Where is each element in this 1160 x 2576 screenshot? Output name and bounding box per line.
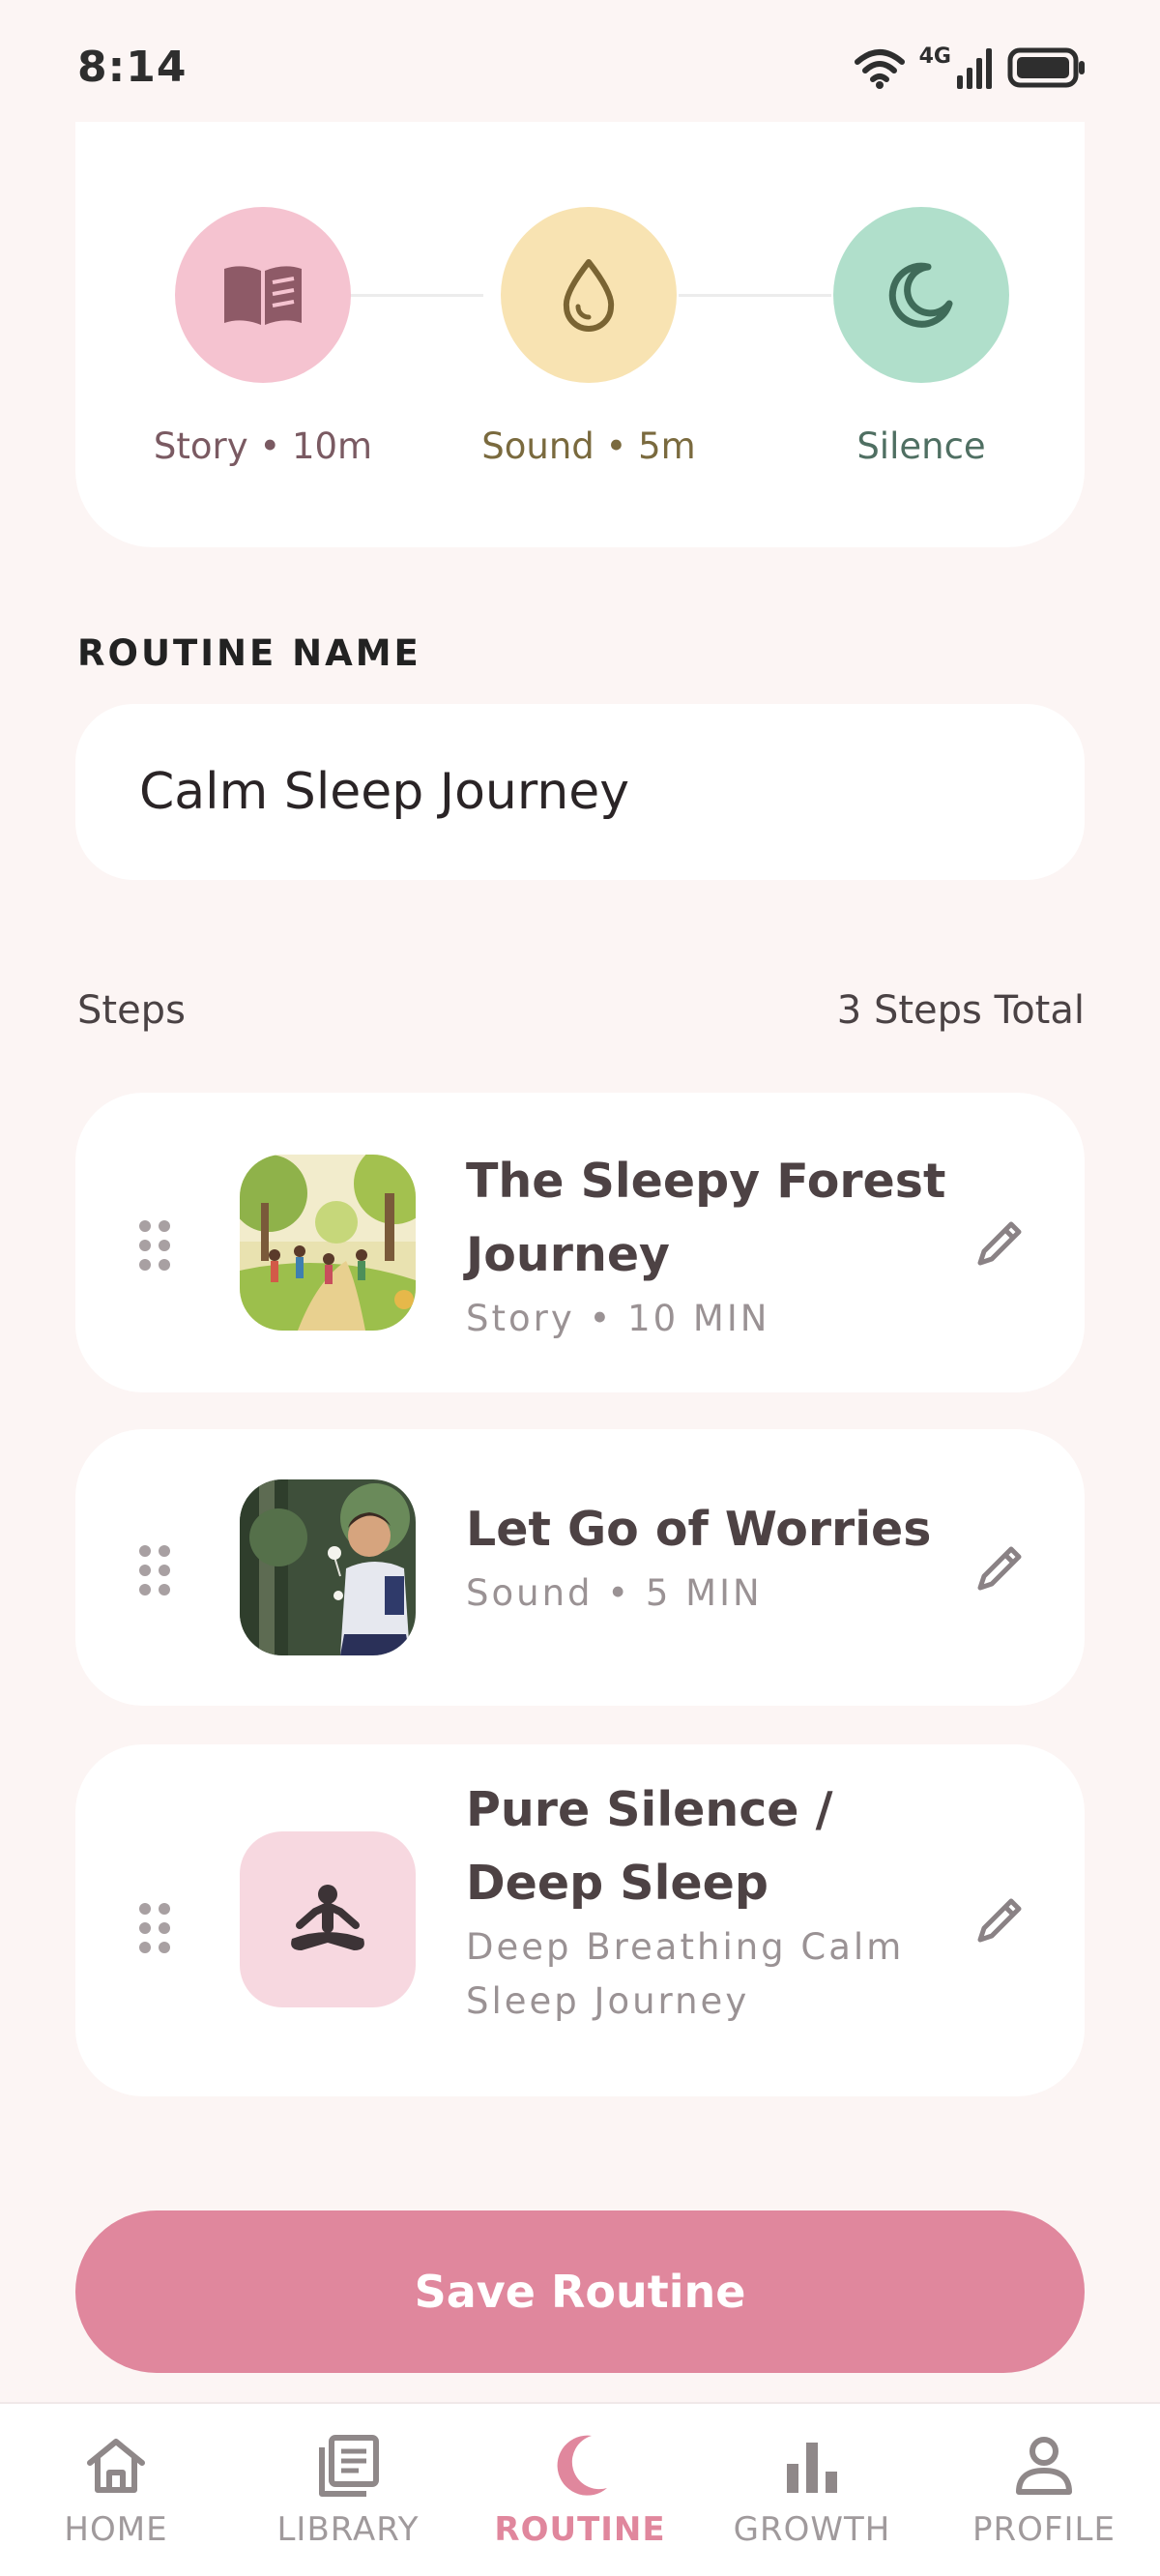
- progress-step-label: Silence: [856, 425, 986, 467]
- routine-progress-card: Story • 10m Sound • 5m Silence: [75, 122, 1085, 547]
- nav-item-profile[interactable]: PROFILE: [928, 2429, 1160, 2549]
- droplet-icon: [563, 259, 615, 332]
- drag-handle[interactable]: [139, 1903, 170, 1953]
- step-thumbnail-meditation: [240, 1831, 416, 2007]
- step-card-story[interactable]: The Sleepy Forest Journey Story • 10 MIN: [75, 1093, 1085, 1392]
- drag-handle[interactable]: [139, 1545, 170, 1595]
- wifi-icon: [854, 49, 905, 89]
- progress-step-sound[interactable]: Sound • 5m: [463, 207, 714, 467]
- progress-step-label: Sound • 5m: [481, 425, 696, 467]
- pencil-icon: [977, 1898, 1022, 1943]
- step-subtitle: Deep Breathing Calm Sleep Journey: [466, 1926, 905, 2022]
- progress-step-silence[interactable]: Silence: [796, 207, 1047, 467]
- nav-item-library[interactable]: LIBRARY: [232, 2429, 464, 2549]
- bar-chart-icon: [787, 2443, 837, 2493]
- pencil-icon: [977, 1221, 1022, 1266]
- routine-name-label: ROUTINE NAME: [77, 632, 421, 674]
- edit-step-button[interactable]: [967, 1209, 1034, 1276]
- battery-icon: [1007, 47, 1085, 88]
- step-thumbnail-boy: [240, 1479, 416, 1655]
- meditation-icon: [291, 1885, 364, 1950]
- nav-label: ROUTINE: [494, 2510, 666, 2549]
- nav-label: LIBRARY: [276, 2510, 420, 2549]
- nav-label: HOME: [64, 2510, 168, 2549]
- nav-label: PROFILE: [972, 2510, 1116, 2549]
- step-thumbnail-forest: [240, 1155, 416, 1331]
- step-card-silence[interactable]: Pure Silence / Deep Sleep Deep Breathing…: [75, 1744, 1085, 2096]
- status-icons: 4G: [854, 44, 1087, 89]
- nav-item-routine[interactable]: ROUTINE: [464, 2429, 696, 2549]
- progress-step-story[interactable]: Story • 10m: [137, 207, 389, 467]
- moon-icon: [557, 2435, 607, 2496]
- step-title: The Sleepy Forest Journey: [466, 1154, 946, 1282]
- steps-count: 3 Steps Total: [836, 988, 1085, 1033]
- moon-icon: [888, 262, 953, 328]
- bottom-nav: HOME LIBRARY ROUTINE GROWTH PROFILE: [0, 2402, 1160, 2576]
- step-text: Pure Silence / Deep Sleep Deep Breathing…: [466, 1773, 969, 2029]
- edit-step-button[interactable]: [967, 1534, 1034, 1601]
- network-label: 4G: [918, 44, 951, 69]
- step-text: The Sleepy Forest Journey Story • 10 MIN: [466, 1145, 969, 1346]
- step-subtitle: Story • 10 MIN: [466, 1298, 770, 1339]
- step-subtitle: Sound • 5 MIN: [466, 1572, 763, 1614]
- progress-step-label: Story • 10m: [153, 425, 373, 467]
- step-title: Pure Silence / Deep Sleep: [466, 1782, 833, 1911]
- book-icon: [224, 266, 302, 325]
- person-icon: [1016, 2437, 1072, 2495]
- steps-header: Steps 3 Steps Total: [77, 988, 1085, 1033]
- nav-item-home[interactable]: HOME: [0, 2429, 232, 2549]
- edit-step-button[interactable]: [967, 1886, 1034, 1953]
- step-text: Let Go of Worries Sound • 5 MIN: [466, 1493, 969, 1621]
- library-icon: [319, 2435, 379, 2497]
- signal-icon: [957, 48, 992, 89]
- step-title: Let Go of Worries: [466, 1502, 932, 1557]
- progress-circle: [833, 207, 1009, 383]
- pencil-icon: [977, 1546, 1022, 1591]
- nav-item-growth[interactable]: GROWTH: [696, 2429, 928, 2549]
- progress-circle: [175, 207, 351, 383]
- status-bar: 8:14 4G: [0, 0, 1160, 120]
- home-icon: [87, 2439, 145, 2493]
- step-card-sound[interactable]: Let Go of Worries Sound • 5 MIN: [75, 1429, 1085, 1706]
- nav-label: GROWTH: [733, 2510, 891, 2549]
- progress-circle: [501, 207, 677, 383]
- drag-handle[interactable]: [139, 1220, 170, 1271]
- status-time: 8:14: [77, 43, 188, 92]
- routine-name-input[interactable]: [75, 704, 1085, 880]
- steps-title: Steps: [77, 988, 186, 1033]
- save-routine-button[interactable]: Save Routine: [75, 2210, 1085, 2373]
